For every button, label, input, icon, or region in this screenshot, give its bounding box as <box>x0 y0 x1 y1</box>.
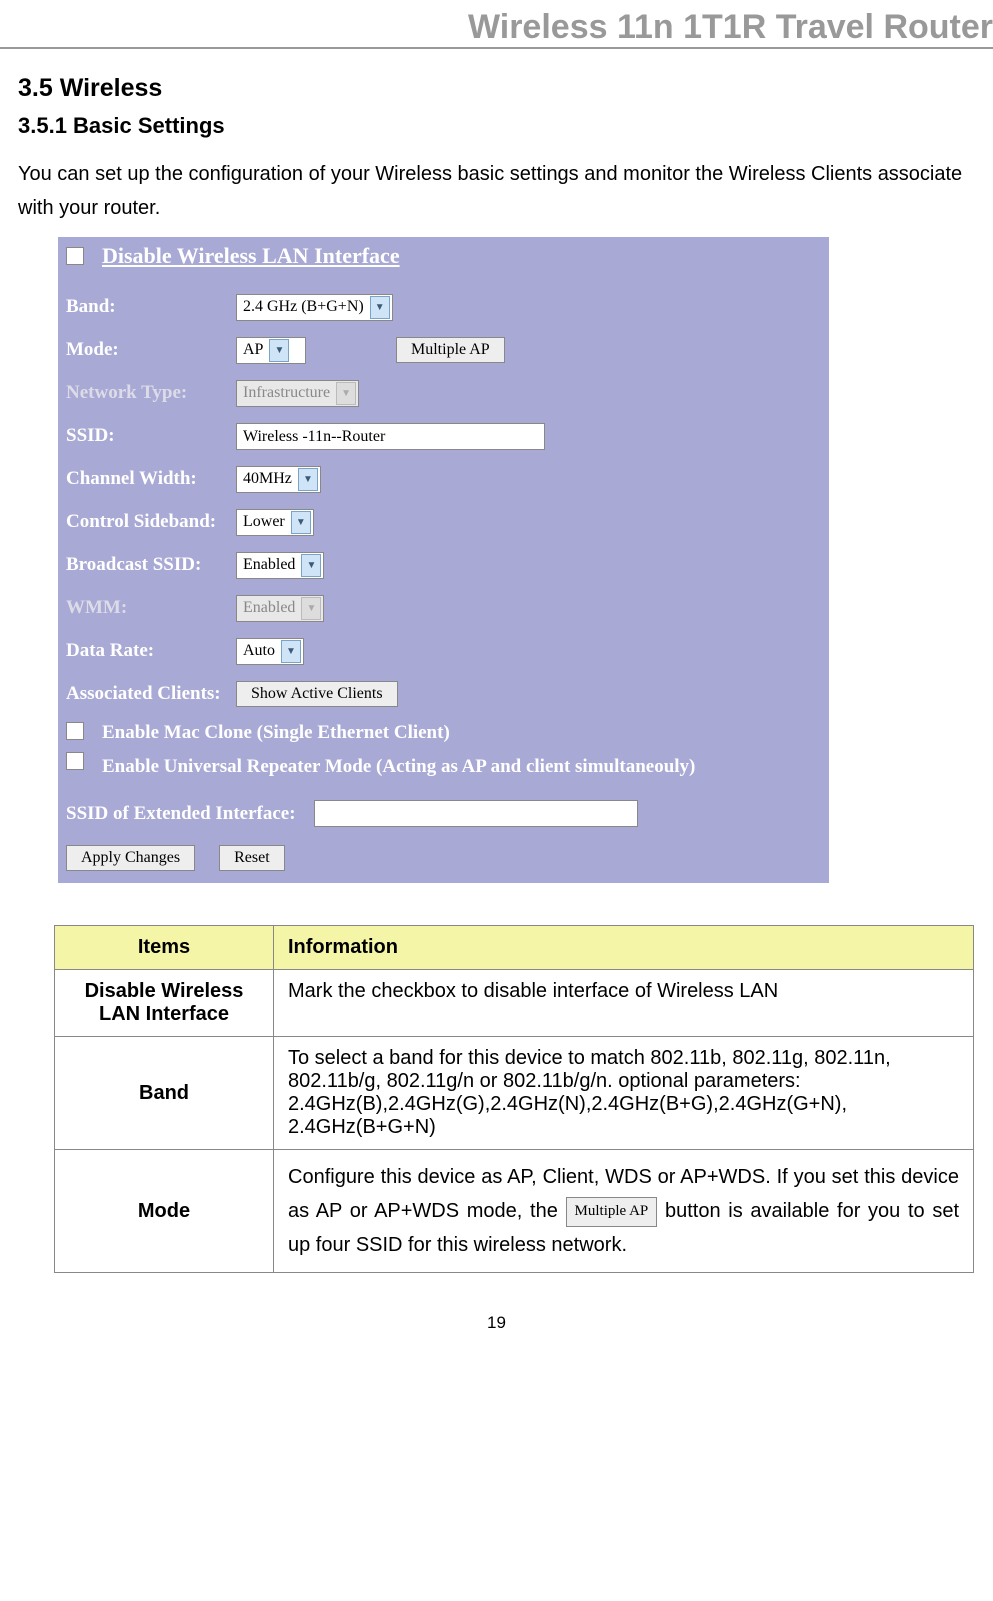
disable-wlan-label: Disable Wireless LAN Interface <box>102 243 400 269</box>
subsection-heading: 3.5.1 Basic Settings <box>18 113 978 139</box>
mac-clone-checkbox[interactable] <box>66 722 84 740</box>
page-number: 19 <box>0 1313 993 1333</box>
chevron-down-icon: ▼ <box>269 339 289 362</box>
mac-clone-label: Enable Mac Clone (Single Ethernet Client… <box>102 722 450 744</box>
bssid-select[interactable]: Enabled▼ <box>236 552 324 579</box>
chevron-down-icon: ▼ <box>301 597 321 620</box>
chanwidth-select[interactable]: 40MHz▼ <box>236 466 321 493</box>
chevron-down-icon: ▼ <box>370 296 390 319</box>
band-label: Band: <box>66 296 226 318</box>
table-row-info: To select a band for this device to matc… <box>274 1037 974 1150</box>
nettype-label: Network Type: <box>66 382 226 404</box>
nettype-select: Infrastructure▼ <box>236 380 359 407</box>
datarate-label: Data Rate: <box>66 640 226 662</box>
ssid-label: SSID: <box>66 425 226 447</box>
sideband-select[interactable]: Lower▼ <box>236 509 314 536</box>
apply-button[interactable]: Apply Changes <box>66 845 195 871</box>
sideband-label: Control Sideband: <box>66 510 226 535</box>
datarate-select[interactable]: Auto▼ <box>236 638 304 665</box>
mode-select[interactable]: AP▼ <box>236 337 306 364</box>
table-row-item: Disable Wireless LAN Interface <box>55 970 274 1037</box>
table-row-info: Configure this device as AP, Client, WDS… <box>274 1150 974 1273</box>
band-select[interactable]: 2.4 GHz (B+G+N)▼ <box>236 294 393 321</box>
section-heading: 3.5 Wireless <box>18 74 978 103</box>
reset-button[interactable]: Reset <box>219 845 285 871</box>
table-row-item: Band <box>55 1037 274 1150</box>
disable-wlan-checkbox[interactable] <box>66 247 84 265</box>
th-info: Information <box>274 926 974 970</box>
intro-text: You can set up the configuration of your… <box>18 157 978 225</box>
multiple-ap-inline-button: Multiple AP <box>566 1197 658 1227</box>
show-clients-button[interactable]: Show Active Clients <box>236 681 398 707</box>
multiple-ap-button[interactable]: Multiple AP <box>396 337 505 363</box>
ssid-ext-input[interactable] <box>314 800 638 827</box>
table-row-info: Mark the checkbox to disable interface o… <box>274 970 974 1037</box>
ssid-ext-label: SSID of Extended Interface: <box>66 803 296 825</box>
mode-label: Mode: <box>66 339 226 361</box>
doc-header: Wireless 11n 1T1R Travel Router <box>0 0 993 49</box>
th-items: Items <box>55 926 274 970</box>
chevron-down-icon: ▼ <box>281 640 301 663</box>
description-table: Items Information Disable Wireless LAN I… <box>54 925 974 1273</box>
table-row-item: Mode <box>55 1150 274 1273</box>
chevron-down-icon: ▼ <box>298 468 318 491</box>
chevron-down-icon: ▼ <box>336 382 356 405</box>
chevron-down-icon: ▼ <box>301 554 321 577</box>
wireless-settings-panel: Disable Wireless LAN Interface Band: 2.4… <box>58 237 829 883</box>
repeater-checkbox[interactable] <box>66 752 84 770</box>
wmm-label: WMM: <box>66 597 226 619</box>
wmm-select: Enabled▼ <box>236 595 324 622</box>
bssid-label: Broadcast SSID: <box>66 554 226 576</box>
repeater-label: Enable Universal Repeater Mode (Acting a… <box>102 752 695 782</box>
ssid-input[interactable]: Wireless -11n--Router <box>236 423 545 450</box>
assoc-label: Associated Clients: <box>66 682 226 707</box>
chanwidth-label: Channel Width: <box>66 468 226 490</box>
chevron-down-icon: ▼ <box>291 511 311 534</box>
